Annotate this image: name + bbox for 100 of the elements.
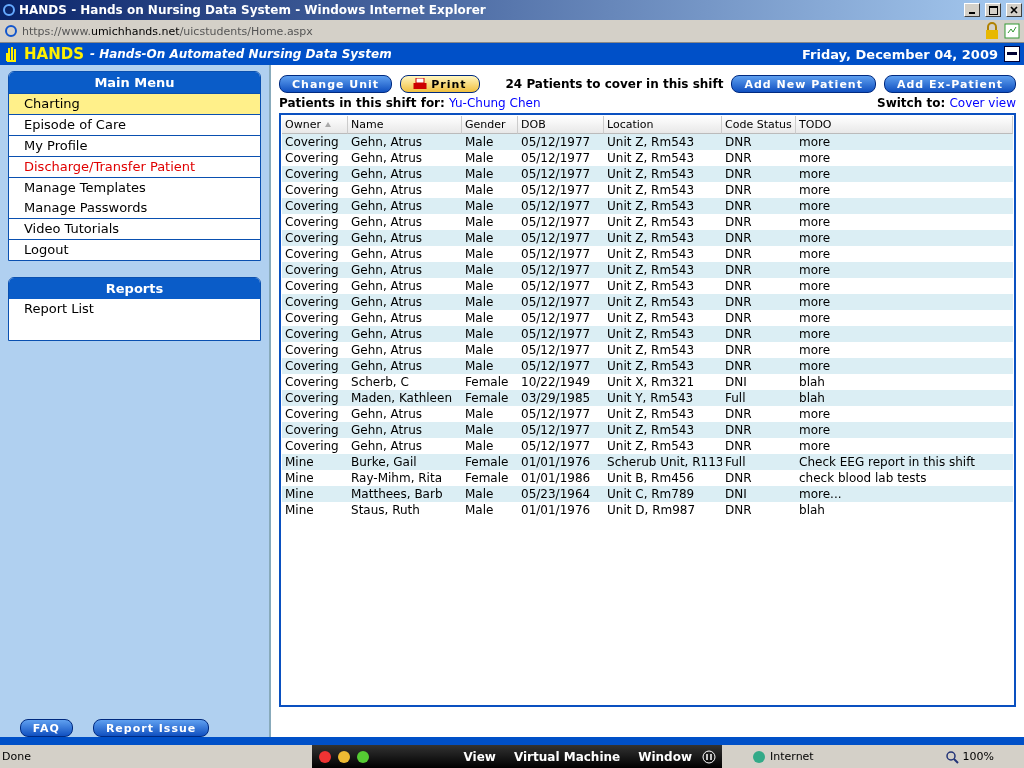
table-cell: Covering [282,166,348,182]
column-header[interactable]: Location [604,116,722,134]
vm-menu-item[interactable]: Window [638,749,692,764]
table-cell: Male [462,422,518,438]
maximize-button[interactable] [985,3,1001,17]
table-cell: Male [462,166,518,182]
table-cell: Mine [282,486,348,502]
table-cell: 05/12/1977 [518,294,604,310]
app-logo: HANDS [24,45,84,63]
table-cell: Full [722,390,796,406]
table-cell: more [796,262,1013,278]
minus-icon [1007,52,1017,56]
vm-menu-item[interactable]: View [463,749,496,764]
table-cell: 05/12/1977 [518,230,604,246]
current-date: Friday, December 04, 2009 [802,46,998,62]
column-header[interactable]: Owner [282,116,348,134]
column-header[interactable]: Code Status [722,116,796,134]
table-cell: Covering [282,422,348,438]
add-new-patient-button[interactable]: Add New Patient [731,75,876,93]
table-cell: DNR [722,294,796,310]
table-cell: Gehn, Atrus [348,198,462,214]
table-cell: Covering [282,358,348,374]
window-title: HANDS - Hands on Nursing Data System - Windows Internet Explorer [19,3,487,17]
table-cell: Covering [282,390,348,406]
table-cell: more [796,166,1013,182]
print-button[interactable]: Print [400,75,480,93]
panel-title: Reports [9,278,260,299]
panel-title: Main Menu [9,72,260,93]
sort-icon [324,122,331,127]
zoom-icon[interactable] [944,749,959,764]
security-zone: Internet [770,750,814,763]
column-header[interactable]: DOB [518,116,604,134]
table-cell: Male [462,262,518,278]
sidebar-button[interactable]: FAQ [19,719,73,737]
table-cell: Covering [282,294,348,310]
table-cell: 05/12/1977 [518,422,604,438]
table-cell: 05/12/1977 [518,262,604,278]
close-icon [1010,6,1018,14]
table-cell: DNR [722,422,796,438]
table-cell: Unit Z, Rm543 [604,166,722,182]
table-cell: DNI [722,486,796,502]
table-cell: 05/12/1977 [518,134,604,150]
menu-item[interactable]: Charting [9,94,260,114]
table-cell: Matthees, Barb [348,486,462,502]
cover-view-link[interactable]: Cover view [949,96,1016,110]
table-cell: Female [462,390,518,406]
table-cell: Male [462,134,518,150]
column-header[interactable]: Gender [462,116,518,134]
column-header[interactable]: TODO [796,116,1013,134]
table-cell: Gehn, Atrus [348,294,462,310]
table-cell: DNR [722,262,796,278]
hand-icon [4,46,18,62]
table-cell: 05/23/1964 [518,486,604,502]
pause-icon[interactable] [702,749,716,764]
vm-menu-item[interactable]: Virtual Machine [513,749,621,764]
table-cell: more [796,134,1013,150]
table-cell: Unit Z, Rm543 [604,262,722,278]
zoom-level[interactable]: 100% [962,750,994,763]
table-cell: more [796,198,1013,214]
table-cell: Burke, Gail [348,454,462,470]
table-cell: Unit Z, Rm543 [604,198,722,214]
column-header[interactable]: Name [348,116,462,134]
minimize-button[interactable] [964,3,980,17]
table-cell: Unit Z, Rm543 [604,294,722,310]
close-button[interactable] [1006,3,1022,17]
table-cell: Maden, Kathleen [348,390,462,406]
table-cell: Female [462,454,518,470]
printer-icon [413,78,428,90]
table-cell: Covering [282,134,348,150]
nurse-link[interactable]: Yu-Chung Chen [449,96,541,110]
table-cell: Gehn, Atrus [348,326,462,342]
table-cell: more [796,358,1013,374]
table-cell: 01/01/1976 [518,454,604,470]
page-icon [4,24,18,38]
table-cell: Male [462,358,518,374]
table-cell: Check EEG report in this shift [796,454,1013,470]
table-cell: Scherub Unit, R113 [604,454,722,470]
table-cell: DNR [722,358,796,374]
window-controls-icon[interactable] [318,749,370,764]
table-cell: Male [462,294,518,310]
table-cell: Unit Y, Rm543 [604,390,722,406]
table-cell: DNR [722,230,796,246]
table-cell: 05/12/1977 [518,198,604,214]
shift-label: Patients in this shift for: [279,96,446,110]
collapse-button[interactable] [1004,46,1020,62]
table-cell: DNR [722,198,796,214]
table-cell: Unit Z, Rm543 [604,230,722,246]
table-cell: more [796,326,1013,342]
table-cell: Gehn, Atrus [348,134,462,150]
table-cell: Unit Z, Rm543 [604,422,722,438]
sidebar-button[interactable]: Report Issue [92,719,210,737]
table-cell: Unit Z, Rm543 [604,358,722,374]
table-cell: Male [462,326,518,342]
browser-icon [2,3,16,17]
table-cell: Male [462,486,518,502]
table-cell: DNR [722,166,796,182]
table-cell: Covering [282,326,348,342]
table-cell: 03/29/1985 [518,390,604,406]
add-ex-patient-button[interactable]: Add Ex-Patient [883,75,1016,93]
change-unit-button[interactable]: Change Unit [279,75,393,93]
